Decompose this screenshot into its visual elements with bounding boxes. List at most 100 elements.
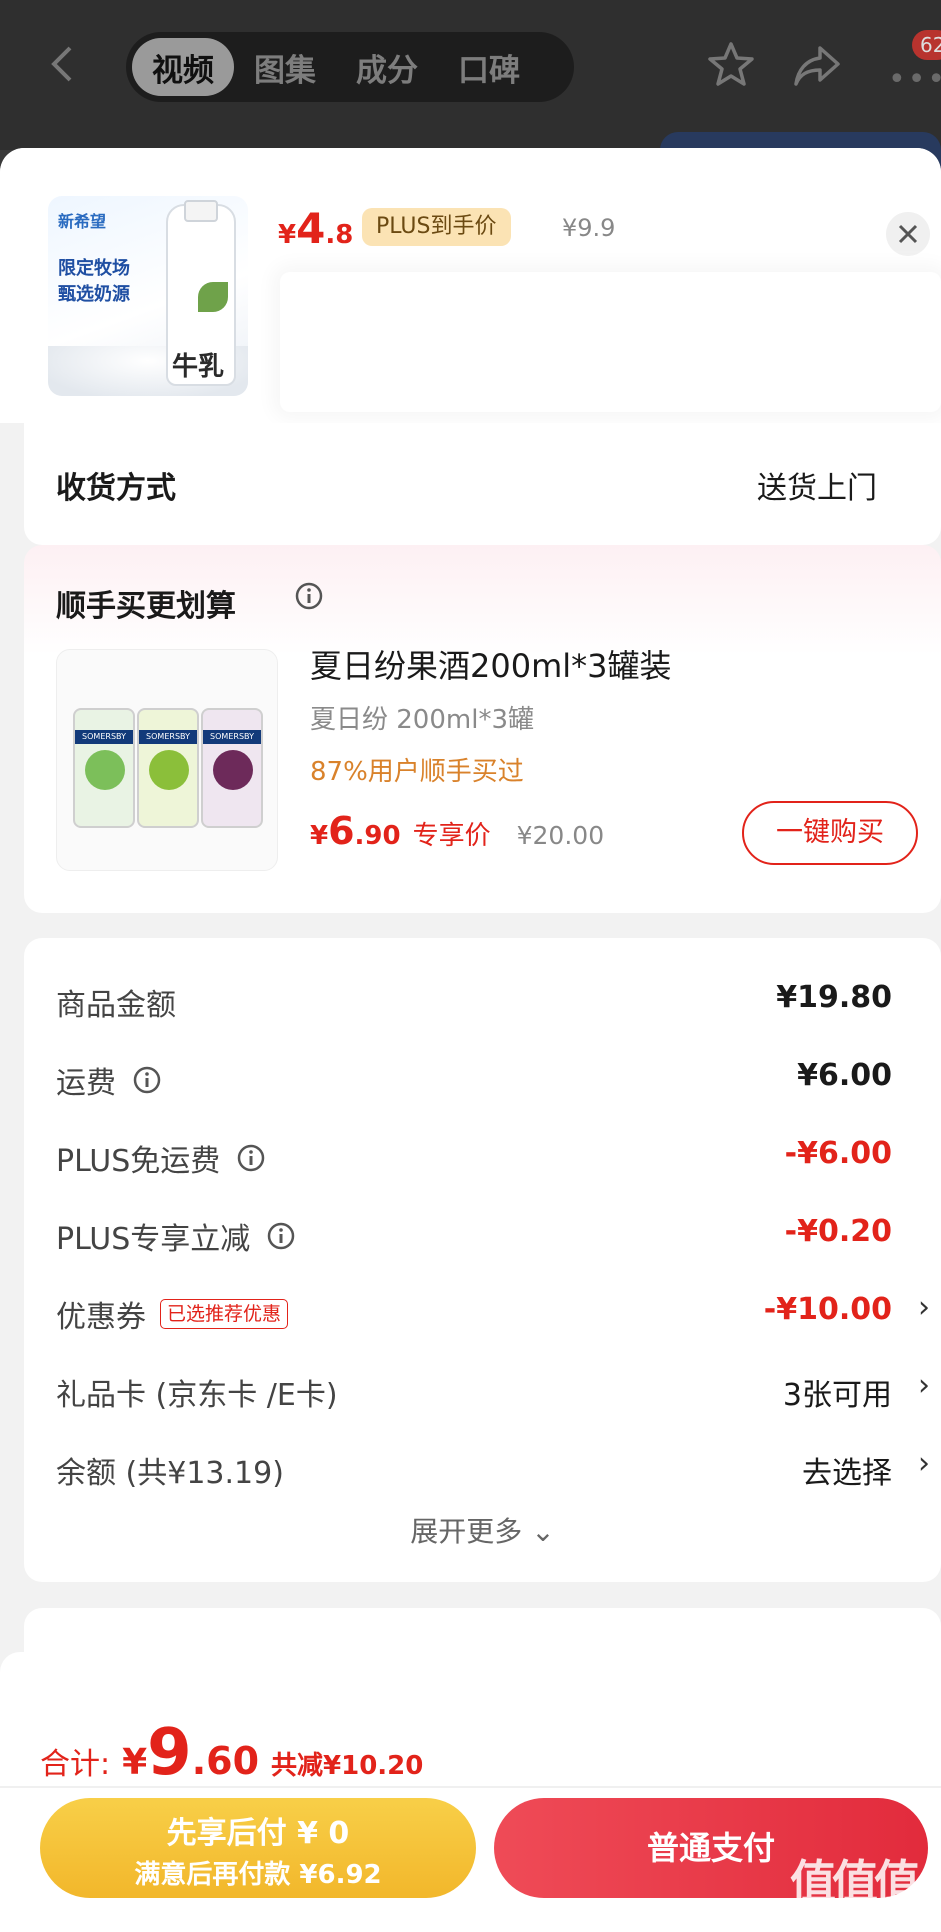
row-value: ¥19.80 bbox=[776, 980, 892, 1015]
tab-gallery[interactable]: 图集 bbox=[234, 38, 336, 96]
delivery-value: 送货上门 bbox=[757, 471, 877, 506]
summary-row-subtotal: 商品金额 ¥19.80 bbox=[56, 974, 936, 1024]
can-graphic: SOMERSBY bbox=[201, 708, 263, 828]
original-price: ¥9.9 bbox=[562, 214, 616, 242]
one-click-buy-button[interactable]: 一键购买 bbox=[742, 801, 918, 865]
row-value: ¥6.00 bbox=[797, 1058, 892, 1093]
summary-row-balance[interactable]: 余额 (共¥13.19) 去选择 › bbox=[56, 1442, 936, 1492]
thumb-label: 牛乳 bbox=[172, 352, 225, 382]
pay-later-label: 先享后付 ¥ 0 bbox=[166, 1816, 350, 1851]
row-label: PLUS专享立减 bbox=[56, 1222, 251, 1257]
price-decimal: .8 bbox=[325, 220, 354, 250]
total-price: 合计: ¥ 9 .60 共减¥10.20 bbox=[40, 1716, 423, 1790]
row-label: 优惠券 bbox=[56, 1300, 146, 1335]
chevron-down-icon: ⌄ bbox=[531, 1515, 555, 1548]
row-label: 余额 (共¥13.19) bbox=[56, 1456, 284, 1491]
row-value: -¥10.00 bbox=[763, 1292, 892, 1327]
can-fruit bbox=[213, 750, 253, 790]
notification-badge: 62 bbox=[912, 30, 941, 60]
tab-ingredients[interactable]: 成分 bbox=[336, 38, 438, 96]
row-value: 去选择 bbox=[802, 1456, 892, 1491]
total-integer: 9 bbox=[147, 1716, 192, 1790]
back-icon[interactable] bbox=[44, 44, 84, 84]
can-graphic: SOMERSBY bbox=[137, 708, 199, 828]
add-on-original-price: ¥20.00 bbox=[516, 821, 605, 850]
price-integer: 4 bbox=[296, 204, 326, 253]
row-value: 3张可用 bbox=[782, 1378, 892, 1413]
row-label: 运费 bbox=[56, 1066, 116, 1101]
chevron-right-icon: › bbox=[918, 1446, 930, 1481]
add-on-product-image[interactable]: SOMERSBY SOMERSBY SOMERSBY bbox=[56, 649, 278, 871]
top-nav-bar: 视频 图集 成分 口碑 ••• 62 bbox=[0, 0, 941, 172]
total-savings: 共减¥10.20 bbox=[271, 1751, 424, 1781]
can-fruit bbox=[85, 750, 125, 790]
tab-reviews[interactable]: 口碑 bbox=[438, 38, 540, 96]
can-band: SOMERSBY bbox=[75, 730, 133, 744]
row-label-wrap: PLUS专享立减 bbox=[56, 1214, 296, 1258]
pay-later-sub: 满意后再付款 ¥6.92 bbox=[134, 1860, 382, 1890]
info-icon[interactable] bbox=[132, 1065, 162, 1095]
product-header: 新希望 限定牧场 甄选奶源 牛乳 ¥ 4 .8 PLUS到手价 ¥9.9 bbox=[0, 148, 941, 423]
bottle-cap bbox=[184, 200, 218, 222]
row-label: 商品金额 bbox=[56, 988, 176, 1023]
plus-price-tag: PLUS到手价 bbox=[362, 208, 511, 246]
price-symbol: ¥ bbox=[310, 821, 329, 851]
can-graphic: SOMERSBY bbox=[73, 708, 135, 828]
total-decimal: .60 bbox=[191, 1739, 260, 1783]
tab-video[interactable]: 视频 bbox=[132, 38, 234, 96]
thumb-line: 限定牧场 bbox=[58, 258, 130, 279]
can-band: SOMERSBY bbox=[203, 730, 261, 744]
add-on-title: 顺手买更划算 bbox=[56, 589, 236, 624]
price-integer: 6 bbox=[328, 809, 355, 853]
price-summary-card: 商品金额 ¥19.80 运费 ¥6.00 PLUS免运费 -¥6.00 PLUS… bbox=[24, 938, 941, 1582]
total-symbol: ¥ bbox=[122, 1742, 148, 1783]
price-symbol: ¥ bbox=[278, 220, 297, 250]
summary-row-plus-shipping: PLUS免运费 -¥6.00 bbox=[56, 1130, 936, 1180]
blurred-spec-area bbox=[280, 272, 941, 412]
exclusive-price-tag: 专享价 bbox=[412, 821, 491, 851]
can-band: SOMERSBY bbox=[139, 730, 197, 744]
share-icon[interactable] bbox=[792, 42, 842, 88]
row-value: -¥6.00 bbox=[784, 1136, 892, 1171]
row-label: PLUS免运费 bbox=[56, 1144, 221, 1179]
product-price: ¥ 4 .8 bbox=[278, 204, 353, 254]
price-decimal: .90 bbox=[354, 821, 401, 851]
divider bbox=[0, 1786, 941, 1788]
close-icon[interactable] bbox=[886, 212, 930, 256]
pay-later-button[interactable]: 先享后付 ¥ 0 满意后再付款 ¥6.92 bbox=[40, 1798, 476, 1898]
watermark-url: zhizhizhi.com bbox=[790, 1906, 899, 1925]
delivery-method-row[interactable]: 收货方式 送货上门 bbox=[24, 423, 941, 545]
summary-row-gift-card[interactable]: 礼品卡 (京东卡 /E卡) 3张可用 › bbox=[56, 1364, 936, 1414]
watermark-logo: 值值值 bbox=[790, 1855, 920, 1909]
summary-row-plus-discount: PLUS专享立减 -¥0.20 bbox=[56, 1208, 936, 1258]
add-on-name[interactable]: 夏日纷果酒200ml*3罐装 bbox=[310, 641, 672, 687]
star-icon[interactable] bbox=[706, 40, 756, 90]
add-on-purchase-rate: 87%用户顺手买过 bbox=[310, 757, 524, 787]
chevron-right-icon: › bbox=[918, 1368, 930, 1403]
row-label-wrap: 运费 bbox=[56, 1058, 162, 1102]
info-icon[interactable] bbox=[294, 581, 324, 611]
leaf-graphic bbox=[198, 282, 228, 312]
thumb-brand: 新希望 bbox=[58, 212, 107, 231]
total-label: 合计: bbox=[40, 1747, 111, 1782]
add-on-price: ¥ 6 .90 专享价 ¥20.00 bbox=[310, 809, 604, 853]
thumb-line: 甄选奶源 bbox=[58, 284, 130, 305]
row-label: 礼品卡 (京东卡 /E卡) bbox=[56, 1378, 338, 1413]
expand-label: 展开更多 bbox=[410, 1515, 523, 1548]
row-label-wrap: PLUS免运费 bbox=[56, 1136, 266, 1180]
more-icon[interactable]: ••• bbox=[888, 62, 941, 97]
add-on-card: 顺手买更划算 SOMERSBY SOMERSBY SOMERSBY 夏日纷果酒2… bbox=[24, 545, 941, 913]
product-image: 新希望 限定牧场 甄选奶源 牛乳 bbox=[48, 196, 248, 396]
summary-row-coupon[interactable]: 优惠券 已选推荐优惠 -¥10.00 › bbox=[56, 1286, 936, 1336]
row-value: -¥0.20 bbox=[784, 1214, 892, 1249]
can-fruit bbox=[149, 750, 189, 790]
chevron-right-icon: › bbox=[918, 1290, 930, 1325]
add-on-spec: 夏日纷 200ml*3罐 bbox=[310, 705, 534, 735]
coupon-tag: 已选推荐优惠 bbox=[160, 1299, 289, 1329]
info-icon[interactable] bbox=[266, 1221, 296, 1251]
expand-more-button[interactable]: 展开更多 ⌄ bbox=[24, 1510, 941, 1550]
delivery-label: 收货方式 bbox=[56, 471, 176, 506]
media-tabs: 视频 图集 成分 口碑 bbox=[126, 32, 574, 102]
summary-row-shipping: 运费 ¥6.00 bbox=[56, 1052, 936, 1102]
info-icon[interactable] bbox=[236, 1143, 266, 1173]
